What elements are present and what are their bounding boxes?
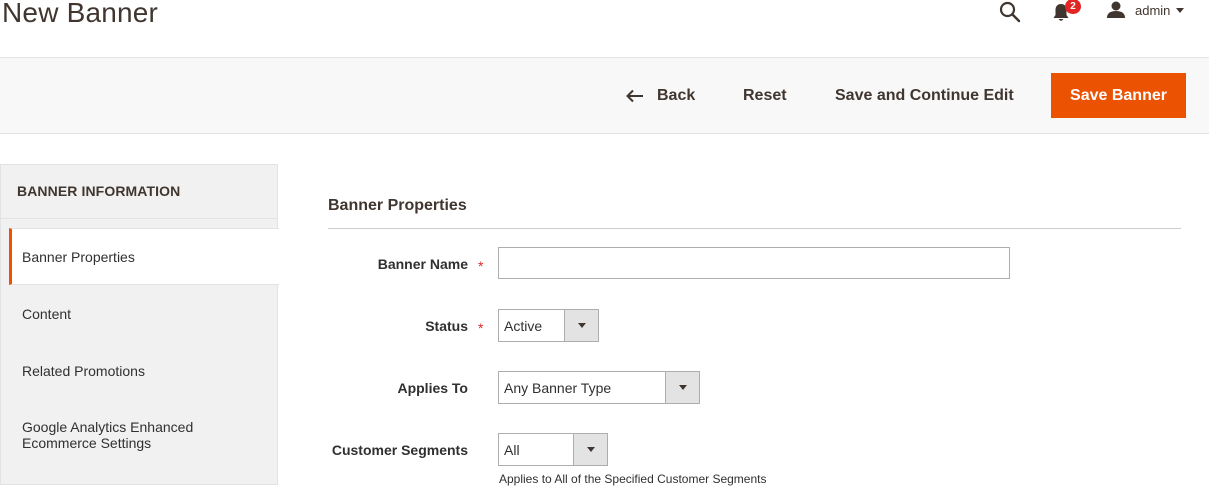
search-icon[interactable] [999,1,1021,23]
required-indicator: * [478,258,484,274]
user-menu[interactable]: admin [1106,0,1185,20]
back-button[interactable]: Back [626,73,695,119]
customer-segments-note: Applies to All of the Specified Customer… [499,472,767,486]
sidebar: BANNER INFORMATION Banner Properties Con… [0,164,279,485]
status-select[interactable]: Active [498,309,599,342]
page-header: New Banner 2 admin [0,0,1209,57]
save-and-continue-button[interactable]: Save and Continue Edit [835,73,1014,119]
required-indicator: * [478,320,484,336]
customer-segments-select-toggle[interactable] [573,434,607,465]
notifications-button[interactable]: 2 [1052,0,1082,22]
sidebar-item-related-promotions[interactable]: Related Promotions [9,342,279,399]
user-name: admin [1135,2,1171,18]
status-select-toggle[interactable] [564,310,598,341]
notifications-badge: 2 [1065,0,1081,14]
chevron-down-icon [577,323,586,328]
section-divider [328,228,1181,229]
page-title: New Banner [2,0,159,28]
customer-segments-label: Customer Segments [331,442,468,458]
status-select-value: Active [504,317,543,334]
arrow-left-icon [626,89,643,103]
section-title: Banner Properties [328,197,467,214]
applies-to-select-toggle[interactable] [665,372,699,403]
sidebar-item-banner-properties[interactable]: Banner Properties [9,228,279,285]
status-label: Status [425,318,468,334]
sidebar-title: BANNER INFORMATION [17,183,181,199]
applies-to-select-value: Any Banner Type [504,379,612,396]
customer-segments-select[interactable]: All [498,433,608,466]
sidebar-item-content[interactable]: Content [9,285,279,342]
chevron-down-icon [1176,7,1185,13]
back-button-label: Back [657,87,696,104]
chevron-down-icon [586,447,595,452]
user-icon [1107,1,1125,18]
applies-to-label: Applies To [397,380,468,396]
page-actions-bar: Back Reset Save and Continue Edit Save B… [0,57,1209,134]
banner-name-input[interactable] [498,247,1010,279]
save-banner-button[interactable]: Save Banner [1051,73,1186,118]
reset-button[interactable]: Reset [743,73,787,119]
sidebar-item-google-analytics[interactable]: Google Analytics Enhanced Ecommerce Sett… [9,406,279,463]
banner-name-label: Banner Name [377,256,468,272]
sidebar-divider [1,218,277,219]
customer-segments-select-value: All [504,441,520,458]
chevron-down-icon [678,385,687,390]
applies-to-select[interactable]: Any Banner Type [498,371,700,404]
